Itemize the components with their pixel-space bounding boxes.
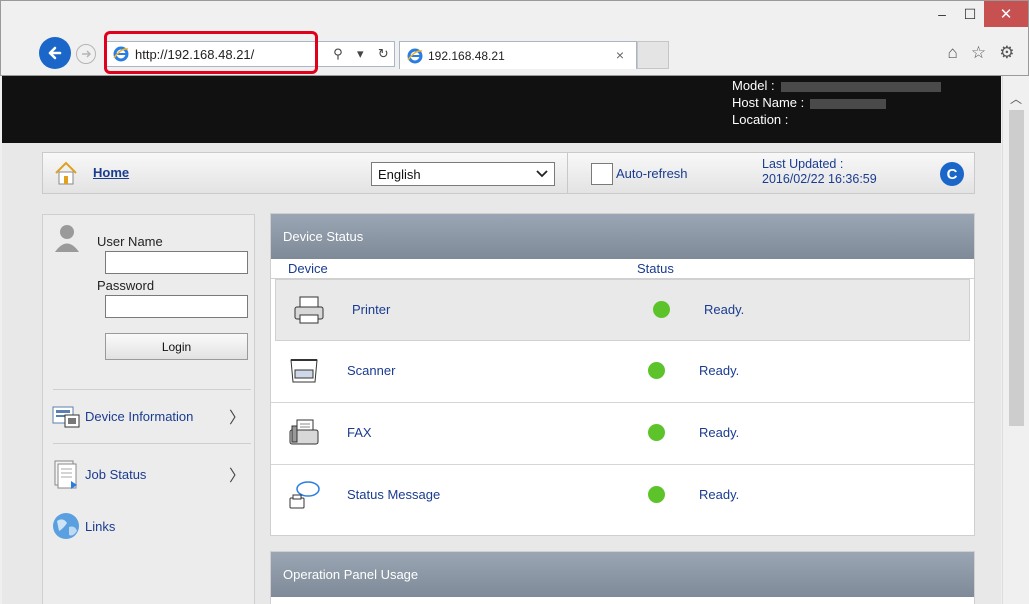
refresh-button[interactable]: C [940, 162, 964, 186]
redacted-host [810, 98, 887, 109]
auto-refresh-label: Auto-refresh [616, 166, 688, 181]
device-name: FAX [347, 425, 372, 440]
status-indicator-icon [653, 301, 670, 318]
printer-icon [294, 296, 324, 324]
operation-panel-usage: Operation Panel Usage [270, 551, 975, 604]
home-icon[interactable] [53, 160, 79, 186]
device-status-panel: Device Status Device Status Printer Read… [270, 213, 975, 536]
table-row[interactable]: FAX Ready. [271, 403, 974, 465]
chevron-down-icon [536, 170, 548, 178]
sidebar-item-label: Device Information [85, 408, 194, 424]
favorites-star-icon[interactable]: ☆ [971, 43, 986, 63]
search-icon[interactable]: ⚲ [333, 46, 343, 62]
password-label: Password [97, 278, 155, 293]
location-label: Location : [732, 112, 789, 127]
device-status: Ready. [699, 363, 740, 378]
new-tab-button[interactable] [637, 41, 669, 69]
device-information-icon [52, 406, 80, 428]
home-link[interactable]: Home [93, 165, 129, 180]
status-indicator-icon [648, 424, 665, 441]
device-name: Printer [352, 302, 391, 317]
redacted-model [780, 81, 941, 92]
last-updated-value: 2016/02/22 16:36:59 [762, 172, 877, 186]
column-status: Status [637, 261, 674, 276]
tab-active[interactable]: 192.168.48.21 × [399, 41, 637, 69]
status-indicator-icon [648, 362, 665, 379]
minimize-button[interactable]: – [928, 1, 956, 27]
user-name-label: User Name [97, 234, 163, 249]
left-panel: User Name Password Login Device Informat… [42, 214, 255, 604]
page-header: Model : Host Name : Location : [2, 76, 1001, 143]
address-tools[interactable]: ⚲ ▾ ↻ [326, 41, 396, 67]
scrollbar-thumb[interactable] [1009, 110, 1024, 426]
password-input[interactable] [105, 295, 248, 318]
table-row[interactable]: Scanner Ready. [271, 341, 974, 403]
maximize-button[interactable]: ☐ [956, 1, 984, 27]
browser-chrome: – ☐ ✕ http://192.168.48.21/ ⚲ ▾ ↻ 192.16… [0, 0, 1029, 76]
title-bar: – ☐ ✕ [1, 1, 1029, 35]
language-value: English [378, 166, 421, 182]
sidebar-item-job-status[interactable]: Job Status 〉 [51, 457, 251, 491]
device-name: Scanner [347, 363, 396, 378]
table-row[interactable]: Status Message Ready. [271, 465, 974, 527]
tab-close-icon[interactable]: × [616, 47, 624, 63]
vertical-scrollbar[interactable]: ︿ [1002, 76, 1029, 604]
device-status: Ready. [699, 425, 740, 440]
host-name-label: Host Name : [732, 95, 805, 110]
divider [53, 389, 251, 390]
dropdown-icon[interactable]: ▾ [357, 46, 364, 62]
gear-icon[interactable]: ⚙ [999, 43, 1014, 63]
home-icon[interactable]: ⌂ [948, 43, 958, 63]
navigation-bar: http://192.168.48.21/ ⚲ ▾ ↻ 192.168.48.2… [1, 35, 1029, 75]
device-name: Status Message [347, 487, 441, 502]
back-button[interactable] [39, 37, 71, 69]
web-page: Model : Host Name : Location : Home Engl… [2, 76, 1001, 604]
forward-arrow-icon [82, 50, 92, 58]
ie-icon [113, 46, 129, 62]
scanner-icon [290, 359, 318, 383]
fax-icon [289, 419, 319, 445]
address-url: http://192.168.48.21/ [135, 46, 255, 62]
model-label: Model : [732, 78, 775, 93]
last-updated-label: Last Updated : [762, 157, 844, 171]
user-name-input[interactable] [105, 251, 248, 274]
tab-label: 192.168.48.21 [428, 48, 505, 63]
toolbar-icons: ⌂ ☆ ⚙ [941, 43, 1021, 63]
column-device: Device [288, 261, 328, 276]
globe-icon [53, 513, 79, 539]
divider [567, 153, 568, 193]
ie-tab-icon [407, 48, 423, 63]
device-status-title: Device Status [271, 214, 974, 259]
sidebar-item-links[interactable]: Links [51, 509, 251, 543]
forward-button[interactable] [76, 44, 96, 64]
status-indicator-icon [648, 486, 665, 503]
login-button[interactable]: Login [105, 333, 248, 360]
user-icon [55, 225, 79, 252]
close-button[interactable]: ✕ [984, 1, 1028, 27]
top-bar: Home English Auto-refresh Last Updated :… [42, 152, 975, 194]
operation-panel-title: Operation Panel Usage [271, 552, 974, 597]
sidebar-item-device-information[interactable]: Device Information 〉 [51, 399, 251, 433]
sidebar-item-label: Links [85, 518, 116, 534]
scroll-up-icon[interactable]: ︿ [1010, 90, 1022, 107]
sidebar-item-label: Job Status [85, 466, 147, 482]
language-select[interactable]: English [371, 162, 555, 186]
refresh-icon[interactable]: ↻ [378, 46, 389, 62]
job-status-icon [54, 460, 77, 489]
device-status: Ready. [699, 487, 740, 502]
status-message-icon [289, 481, 320, 509]
device-info: Model : Host Name : Location : [732, 77, 941, 128]
device-status: Ready. [704, 302, 745, 317]
last-updated: Last Updated : 2016/02/22 16:36:59 [762, 157, 877, 187]
divider [53, 443, 251, 444]
table-row[interactable]: Printer Ready. [275, 279, 970, 341]
chevron-right-icon: 〉 [228, 410, 245, 427]
chevron-right-icon: 〉 [228, 468, 245, 485]
back-arrow-icon [48, 46, 62, 60]
auto-refresh-checkbox[interactable] [591, 163, 613, 185]
table-header: Device Status [271, 259, 974, 279]
